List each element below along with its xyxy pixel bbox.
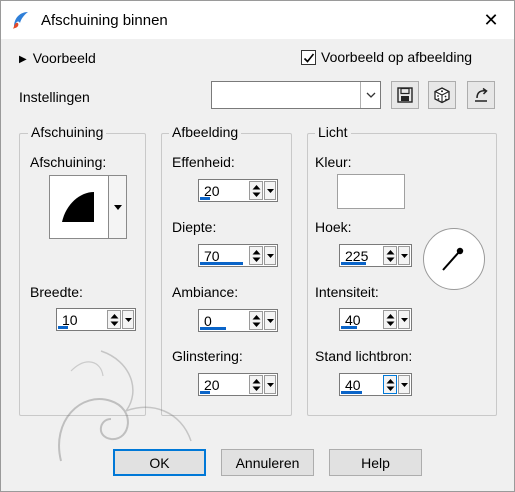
cancel-button-label: Annuleren xyxy=(235,454,300,471)
chevron-down-icon[interactable] xyxy=(264,246,276,265)
light-elevation-label: Stand lichtbron: xyxy=(315,348,413,364)
help-button-label: Help xyxy=(361,454,390,471)
ambience-label: Ambiance: xyxy=(172,284,239,300)
bevel-width-level-bar xyxy=(58,326,68,329)
preview-on-image-label: Voorbeeld op afbeelding xyxy=(321,49,473,65)
chevron-down-icon[interactable] xyxy=(398,310,410,329)
randomize-button[interactable] xyxy=(428,81,456,109)
light-angle-level-bar xyxy=(341,262,366,265)
chevron-down-icon[interactable] xyxy=(398,375,410,394)
depth-spinner[interactable]: 70 xyxy=(198,244,278,267)
smoothness-label: Effenheid: xyxy=(172,154,235,170)
ambience-level-bar xyxy=(200,327,226,330)
smoothness-level-bar xyxy=(200,197,210,200)
chevron-down-icon[interactable] xyxy=(122,310,134,329)
reset-button[interactable] xyxy=(467,81,495,109)
ambience-spinner[interactable]: 0 xyxy=(198,309,278,332)
smoothness-spinner[interactable]: 20 xyxy=(198,179,278,202)
light-direction-needle-icon xyxy=(442,247,464,271)
up-down-arrows-icon[interactable] xyxy=(249,246,263,265)
ok-button-label: OK xyxy=(149,454,170,471)
settings-label: Instellingen xyxy=(19,89,90,105)
bevel-shape-label: Afschuining: xyxy=(30,154,107,170)
up-down-arrows-icon[interactable] xyxy=(249,181,263,200)
bevel-shape-picker[interactable] xyxy=(49,175,127,239)
paint-brush-icon xyxy=(13,12,28,29)
preview-on-image-checkbox[interactable]: Voorbeeld op afbeelding xyxy=(301,49,472,65)
window-title: Afschuining binnen xyxy=(41,12,168,29)
checkbox-checked-icon xyxy=(301,50,316,65)
chevron-down-icon[interactable] xyxy=(360,82,380,108)
save-icon xyxy=(397,87,413,103)
help-button[interactable]: Help xyxy=(329,449,422,476)
up-down-arrows-icon[interactable] xyxy=(383,246,397,265)
title-bar[interactable]: Afschuining binnen ✕ xyxy=(1,1,514,39)
shininess-label: Glinstering: xyxy=(172,348,243,364)
up-down-arrows-icon[interactable] xyxy=(107,310,121,329)
settings-preset-select[interactable] xyxy=(211,81,381,109)
light-elevation-spinner[interactable]: 40 xyxy=(339,373,412,396)
cancel-button[interactable]: Annuleren xyxy=(221,449,314,476)
bevel-width-label: Breedte: xyxy=(30,284,83,300)
preview-expand-toggle[interactable]: ▶ Voorbeeld xyxy=(19,50,96,66)
light-angle-spinner[interactable]: 225 xyxy=(339,244,412,267)
ok-button[interactable]: OK xyxy=(113,449,206,476)
expand-triangle-icon: ▶ xyxy=(19,54,27,65)
light-intensity-level-bar xyxy=(341,326,357,329)
bevel-inner-dialog: Afschuining binnen ✕ ▶ Voorbeeld Voorbeel… xyxy=(0,0,515,492)
light-color-swatch[interactable] xyxy=(337,174,405,209)
image-group-title: Afbeelding xyxy=(169,124,242,140)
up-down-arrows-icon[interactable] xyxy=(383,375,397,394)
shininess-spinner[interactable]: 20 xyxy=(198,373,278,396)
chevron-down-icon[interactable] xyxy=(108,176,126,238)
preview-toggle-label: Voorbeeld xyxy=(32,50,96,66)
close-icon[interactable]: ✕ xyxy=(476,7,506,33)
reset-icon xyxy=(475,87,488,102)
chevron-down-icon[interactable] xyxy=(398,246,410,265)
chevron-down-icon[interactable] xyxy=(264,311,276,330)
light-intensity-spinner[interactable]: 40 xyxy=(339,308,412,331)
light-intensity-label: Intensiteit: xyxy=(315,284,379,300)
light-angle-label: Hoek: xyxy=(315,219,352,235)
light-elevation-level-bar xyxy=(341,391,362,394)
bevel-shape-preview xyxy=(62,192,94,222)
depth-label: Diepte: xyxy=(172,219,217,235)
light-color-label: Kleur: xyxy=(315,154,352,170)
chevron-down-icon[interactable] xyxy=(264,375,276,394)
chevron-down-icon[interactable] xyxy=(264,181,276,200)
dice-icon xyxy=(434,87,450,104)
up-down-arrows-icon[interactable] xyxy=(249,311,263,330)
depth-level-bar xyxy=(200,262,243,265)
save-preset-button[interactable] xyxy=(391,81,419,109)
bevel-group-title: Afschuining xyxy=(28,124,107,140)
bevel-width-spinner[interactable]: 10 xyxy=(56,308,136,331)
up-down-arrows-icon[interactable] xyxy=(249,375,263,394)
light-angle-dial[interactable] xyxy=(423,228,485,290)
up-down-arrows-icon[interactable] xyxy=(383,310,397,329)
shininess-level-bar xyxy=(200,391,210,394)
light-group-title: Licht xyxy=(315,124,351,140)
